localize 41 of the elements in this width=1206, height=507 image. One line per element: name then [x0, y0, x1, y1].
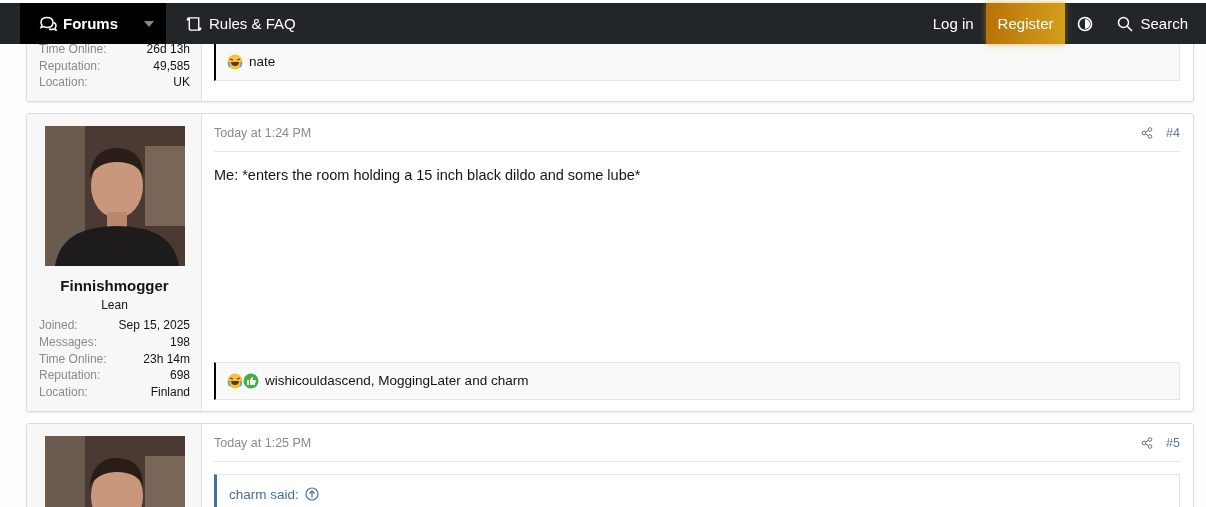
stat-value: 698: [169, 367, 190, 384]
stat-label: Reputation:: [39, 367, 101, 384]
stat-label: Time Online:: [39, 41, 107, 58]
nav-tab[interactable]: Forums: [20, 3, 166, 44]
scroll-icon: [185, 15, 203, 32]
nav-tab[interactable]: Rules & FAQ: [166, 3, 308, 44]
stat-label: Location:: [39, 74, 88, 92]
stat-value: UK: [173, 74, 190, 92]
stat-value: 198: [169, 333, 190, 351]
search-icon: [1117, 15, 1134, 32]
stat-label: Joined:: [39, 317, 78, 334]
stat-label: Reputation:: [39, 57, 101, 75]
stat-value: Finland: [150, 383, 190, 401]
post-number[interactable]: #5: [1166, 435, 1180, 450]
stat-label: Messages:: [39, 333, 98, 351]
arrow-up-circle-icon[interactable]: [304, 487, 319, 502]
reactions-text[interactable]: wishicouldascend, MoggingLater and charm: [265, 373, 529, 389]
post-message: Me: *enters the room holding a 15 inch black dildo and some lube*: [214, 167, 642, 186]
chat-icon: [39, 15, 57, 32]
share-icon[interactable]: [1141, 127, 1154, 140]
laughing-emoji-icon: [227, 53, 243, 70]
user-title: Lean: [101, 298, 128, 313]
thumbs-up-icon: [243, 372, 259, 389]
login-link[interactable]: Log in: [920, 3, 986, 44]
laughing-emoji-icon: [227, 372, 243, 389]
reactions-text[interactable]: nate: [249, 54, 276, 70]
username[interactable]: Finnishmogger: [60, 277, 169, 295]
stat-value: 26d 13h: [146, 41, 190, 58]
post-time[interactable]: Today at 1:24 PM: [214, 126, 312, 141]
search-button[interactable]: Search: [1105, 3, 1206, 44]
stat-value: Sep 15, 2025: [118, 317, 190, 334]
quote-author[interactable]: charm said:: [229, 486, 299, 502]
contrast-icon: [1077, 15, 1094, 32]
stat-label: Location:: [39, 383, 88, 401]
post-time[interactable]: Today at 1:25 PM: [214, 435, 312, 450]
stat-value: 23h 14m: [143, 350, 190, 368]
share-icon[interactable]: [1141, 436, 1154, 449]
post-number[interactable]: #4: [1166, 126, 1180, 141]
stat-label: Time Online:: [39, 350, 107, 368]
caret-icon: [144, 20, 154, 27]
stat-value: 49,585: [153, 57, 190, 75]
